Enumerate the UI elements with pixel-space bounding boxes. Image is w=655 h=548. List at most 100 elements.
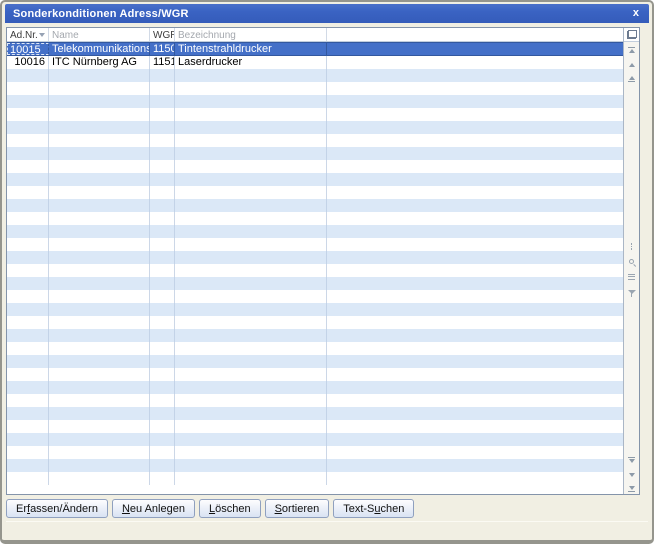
table-cell	[150, 82, 175, 95]
scroll-page-down-icon[interactable]	[627, 471, 636, 478]
table-cell	[150, 277, 175, 290]
column-header-bezeichnung[interactable]: Bezeichnung	[175, 28, 327, 41]
filter-icon[interactable]	[627, 288, 636, 297]
table-row[interactable]	[7, 95, 623, 108]
loeschen-button[interactable]: Löschen	[198, 499, 261, 518]
table-row[interactable]	[7, 394, 623, 407]
scroll-page-up-icon[interactable]	[627, 61, 636, 68]
table-row[interactable]	[7, 420, 623, 433]
table-cell	[150, 225, 175, 238]
table-row[interactable]	[7, 316, 623, 329]
table-cell	[327, 43, 623, 55]
table-row[interactable]	[7, 368, 623, 381]
table-cell	[175, 433, 327, 446]
list-icon[interactable]	[627, 273, 636, 280]
table-cell	[150, 121, 175, 134]
column-chooser-button[interactable]	[624, 28, 639, 42]
columns-icon[interactable]	[627, 243, 636, 251]
table-cell	[175, 225, 327, 238]
erfassen-aendern-button[interactable]: Er f assen/Ändern	[6, 499, 108, 518]
table-row[interactable]	[7, 342, 623, 355]
table-cell	[327, 433, 623, 446]
column-header-adnr[interactable]: Ad.Nr.	[7, 28, 49, 41]
table-cell	[49, 472, 150, 485]
table-cell	[7, 147, 49, 160]
button-bar: Er f assen/Ändern Neu Anlegen Löschen Sort…	[6, 499, 415, 518]
sortieren-button[interactable]: Sortieren	[264, 499, 330, 518]
table-cell	[150, 355, 175, 368]
table-row[interactable]	[7, 381, 623, 394]
table-cell	[175, 394, 327, 407]
column-header-filler	[327, 28, 623, 41]
table-row[interactable]	[7, 407, 623, 420]
table-cell	[327, 342, 623, 355]
table-row[interactable]	[7, 459, 623, 472]
column-header-name[interactable]: Name	[49, 28, 150, 41]
text-suchen-button[interactable]: Text-S u chen	[333, 499, 415, 518]
table-row[interactable]	[7, 238, 623, 251]
scroll-to-top-icon[interactable]	[627, 46, 636, 53]
table-row[interactable]	[7, 433, 623, 446]
table-row[interactable]	[7, 147, 623, 160]
scroll-down-icon[interactable]	[627, 456, 636, 463]
table-row[interactable]	[7, 121, 623, 134]
table-cell	[175, 303, 327, 316]
table-row[interactable]	[7, 303, 623, 316]
table-cell	[327, 394, 623, 407]
table-cell	[7, 472, 49, 485]
table-cell	[150, 433, 175, 446]
close-button[interactable]: x	[631, 8, 641, 19]
table-row[interactable]	[7, 134, 623, 147]
table-cell	[49, 160, 150, 173]
table-row[interactable]	[7, 108, 623, 121]
neu-anlegen-button[interactable]: Neu Anlegen	[111, 499, 195, 518]
table-cell	[150, 238, 175, 251]
table-row[interactable]	[7, 186, 623, 199]
table-cell	[327, 134, 623, 147]
column-chooser-icon	[626, 30, 637, 39]
table-row[interactable]	[7, 355, 623, 368]
table-cell	[49, 199, 150, 212]
grid-side-toolbar	[623, 28, 639, 494]
table-row[interactable]: 10016 ITC Nürnberg AG 1151 Laserdrucker	[7, 56, 623, 69]
table-cell	[49, 173, 150, 186]
table-row[interactable]	[7, 251, 623, 264]
table-cell	[49, 95, 150, 108]
table-cell	[7, 225, 49, 238]
table-row[interactable]	[7, 225, 623, 238]
table-cell	[49, 290, 150, 303]
table-cell	[150, 394, 175, 407]
table-cell	[49, 225, 150, 238]
table-row[interactable]	[7, 290, 623, 303]
table-row[interactable]	[7, 199, 623, 212]
table-cell	[327, 108, 623, 121]
table-row[interactable]	[7, 446, 623, 459]
table-cell	[49, 277, 150, 290]
table-row[interactable]	[7, 277, 623, 290]
table-cell	[327, 264, 623, 277]
table-cell	[49, 147, 150, 160]
table-row[interactable]	[7, 69, 623, 82]
scroll-to-bottom-icon[interactable]	[627, 486, 636, 493]
column-header-wgr[interactable]: WGR	[150, 28, 175, 41]
table-row[interactable]	[7, 160, 623, 173]
table-row[interactable]	[7, 472, 623, 485]
table-row[interactable]	[7, 173, 623, 186]
table-cell	[49, 212, 150, 225]
table-cell: Laserdrucker	[175, 56, 327, 69]
scroll-up-icon[interactable]	[627, 76, 636, 83]
title-bar[interactable]: Sonderkonditionen Adress/WGR x	[5, 4, 649, 23]
table-cell	[150, 290, 175, 303]
table-cell	[7, 394, 49, 407]
table-cell	[150, 264, 175, 277]
table-row[interactable]	[7, 212, 623, 225]
table-row[interactable]: 10015 Telekommunikationste 1150 Tintenstrah…	[7, 42, 623, 56]
table-cell	[327, 446, 623, 459]
dialog-window: Sonderkonditionen Adress/WGR x Ad.Nr. Na…	[0, 0, 654, 544]
search-icon[interactable]	[627, 258, 636, 265]
table-row[interactable]	[7, 82, 623, 95]
table-cell	[175, 134, 327, 147]
table-row[interactable]	[7, 264, 623, 277]
table-row[interactable]	[7, 329, 623, 342]
table-cell	[49, 303, 150, 316]
